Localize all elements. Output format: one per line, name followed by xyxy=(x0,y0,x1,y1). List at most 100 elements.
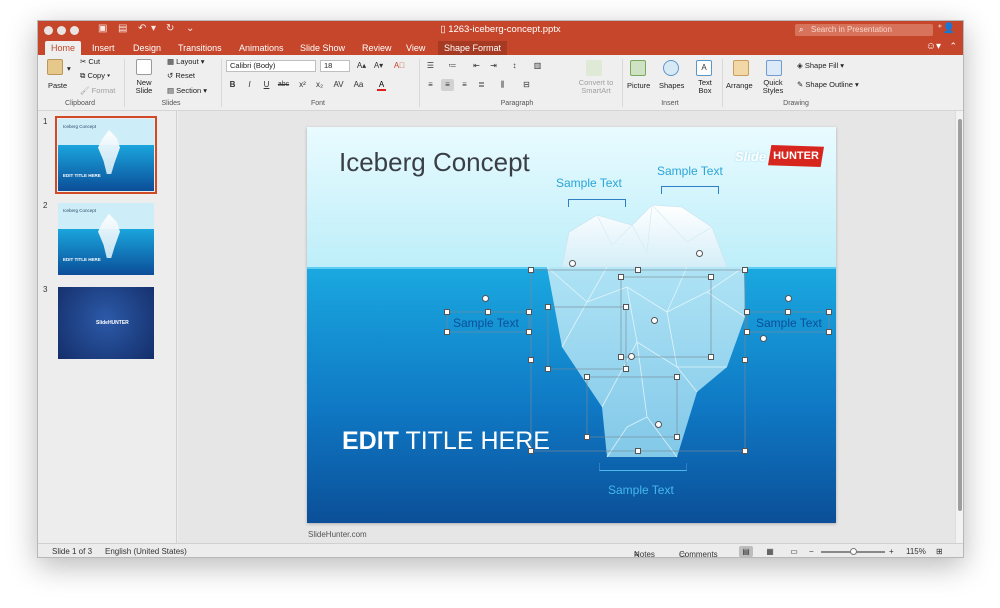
quick-styles-icon[interactable] xyxy=(766,60,782,76)
justify-icon[interactable]: ≣ xyxy=(475,79,488,91)
rotate-handle[interactable] xyxy=(696,250,703,257)
resize-handle[interactable] xyxy=(623,304,629,310)
text-direction-icon[interactable]: ⫼ xyxy=(496,79,509,91)
tab-animations[interactable]: Animations xyxy=(233,41,290,55)
increase-indent-icon[interactable]: ⇥ xyxy=(487,60,500,72)
strikethrough-icon[interactable]: abc xyxy=(277,79,290,91)
picture-icon[interactable] xyxy=(630,60,646,76)
resize-handle[interactable] xyxy=(444,309,450,315)
columns-icon[interactable]: ▥ xyxy=(531,60,544,72)
tab-design[interactable]: Design xyxy=(127,41,167,55)
align-right-icon[interactable]: ≡ xyxy=(458,79,471,91)
font-name-select[interactable]: Calibri (Body) xyxy=(226,60,316,72)
rotate-handle[interactable] xyxy=(628,353,635,360)
tab-shape-format[interactable]: Shape Format xyxy=(438,41,508,55)
resize-handle[interactable] xyxy=(584,434,590,440)
sample-text-mid-left[interactable]: Sample Text xyxy=(453,316,519,330)
zoom-out-icon[interactable]: − xyxy=(809,547,814,556)
reset-button[interactable]: ↺ Reset xyxy=(167,71,195,80)
resize-handle[interactable] xyxy=(545,304,551,310)
subscript-icon[interactable]: x₂ xyxy=(313,79,326,91)
fit-to-window-icon[interactable]: ⊞ xyxy=(936,547,943,556)
sample-text-bottom[interactable]: Sample Text xyxy=(608,483,674,497)
section-button[interactable]: ▤ Section ▾ xyxy=(167,86,207,95)
sample-text-top-right[interactable]: Sample Text xyxy=(657,164,723,178)
character-spacing-icon[interactable]: AV xyxy=(332,79,345,91)
tab-home[interactable]: Home xyxy=(45,41,82,55)
align-text-icon[interactable]: ⊟ xyxy=(520,79,533,91)
slide-thumbnail-2[interactable]: Iceberg Concept EDIT TITLE HERE xyxy=(58,203,154,275)
tab-review[interactable]: Review xyxy=(356,41,398,55)
resize-handle[interactable] xyxy=(618,354,624,360)
tab-view[interactable]: View xyxy=(400,41,431,55)
resize-handle[interactable] xyxy=(526,329,532,335)
paste-icon[interactable] xyxy=(47,59,63,75)
shrink-font-icon[interactable]: A▾ xyxy=(372,60,385,72)
quick-styles-button[interactable]: Quick Styles xyxy=(760,79,786,95)
resize-handle[interactable] xyxy=(444,329,450,335)
italic-icon[interactable]: I xyxy=(243,79,256,91)
align-center-icon[interactable]: ≡ xyxy=(441,79,454,91)
font-color-icon[interactable]: A xyxy=(375,79,388,91)
resize-handle[interactable] xyxy=(623,366,629,372)
resize-handle[interactable] xyxy=(744,309,750,315)
feedback-smiley-icon[interactable]: ☺▾ xyxy=(926,41,941,52)
sample-text-mid-right[interactable]: Sample Text xyxy=(756,316,822,330)
shape-outline-button[interactable]: ✎ Shape Outline ▾ xyxy=(797,80,859,89)
resize-handle[interactable] xyxy=(674,434,680,440)
copy-button[interactable]: ⧉ Copy ▾ xyxy=(80,71,110,81)
resize-handle[interactable] xyxy=(618,274,624,280)
resize-handle[interactable] xyxy=(785,309,791,315)
slide-title[interactable]: Iceberg Concept xyxy=(339,147,530,178)
arrange-icon[interactable] xyxy=(733,60,749,76)
superscript-icon[interactable]: x² xyxy=(296,79,309,91)
picture-button[interactable]: Picture xyxy=(627,81,650,90)
layout-button[interactable]: ▦ Layout ▾ xyxy=(167,57,205,66)
resize-handle[interactable] xyxy=(826,309,832,315)
slide-thumbnail-1[interactable]: Iceberg Concept EDIT TITLE HERE xyxy=(55,116,157,194)
align-left-icon[interactable]: ≡ xyxy=(424,79,437,91)
text-box-button[interactable]: Text Box xyxy=(696,79,714,95)
shape-fill-button[interactable]: ◈ Shape Fill ▾ xyxy=(797,61,844,70)
resize-handle[interactable] xyxy=(485,309,491,315)
sample-text-top-left[interactable]: Sample Text xyxy=(556,176,622,190)
resize-handle[interactable] xyxy=(744,329,750,335)
smartart-icon[interactable] xyxy=(586,60,602,76)
rotate-handle[interactable] xyxy=(569,260,576,267)
resize-handle[interactable] xyxy=(708,274,714,280)
reading-view-icon[interactable]: ▭ xyxy=(787,546,801,557)
rotate-handle[interactable] xyxy=(760,335,767,342)
slide-sorter-icon[interactable]: ▦ xyxy=(763,546,777,557)
resize-handle[interactable] xyxy=(545,366,551,372)
bullets-icon[interactable]: ☰ xyxy=(424,60,437,72)
change-case-icon[interactable]: Aa xyxy=(352,79,365,91)
zoom-in-icon[interactable]: + xyxy=(889,547,894,556)
slide-thumbnail-3[interactable]: SlideHUNTER xyxy=(58,287,154,359)
shapes-button[interactable]: Shapes xyxy=(659,81,684,90)
format-painter-button[interactable]: 🖌 Format xyxy=(80,86,115,95)
line-spacing-icon[interactable]: ↕ xyxy=(508,60,521,72)
resize-handle[interactable] xyxy=(742,267,748,273)
resize-handle[interactable] xyxy=(826,329,832,335)
resize-handle[interactable] xyxy=(635,267,641,273)
resize-handle[interactable] xyxy=(742,448,748,454)
edit-title-text[interactable]: EDIT TITLE HERE xyxy=(342,427,550,456)
resize-handle[interactable] xyxy=(584,374,590,380)
font-size-select[interactable]: 18 xyxy=(320,60,350,72)
resize-handle[interactable] xyxy=(708,354,714,360)
rotate-handle[interactable] xyxy=(651,317,658,324)
grow-font-icon[interactable]: A▴ xyxy=(355,60,368,72)
numbering-icon[interactable]: ≔ xyxy=(446,60,459,72)
resize-handle[interactable] xyxy=(526,309,532,315)
tab-insert[interactable]: Insert xyxy=(86,41,121,55)
text-box-icon[interactable]: A xyxy=(696,60,712,76)
cut-button[interactable]: ✂ Cut xyxy=(80,57,100,66)
rotate-handle[interactable] xyxy=(785,295,792,302)
zoom-level[interactable]: 115% xyxy=(906,547,926,556)
resize-handle[interactable] xyxy=(635,448,641,454)
shapes-icon[interactable] xyxy=(663,60,679,76)
language-indicator[interactable]: English (United States) xyxy=(105,547,187,556)
resize-handle[interactable] xyxy=(674,374,680,380)
arrange-button[interactable]: Arrange xyxy=(726,81,753,90)
tab-transitions[interactable]: Transitions xyxy=(172,41,228,55)
